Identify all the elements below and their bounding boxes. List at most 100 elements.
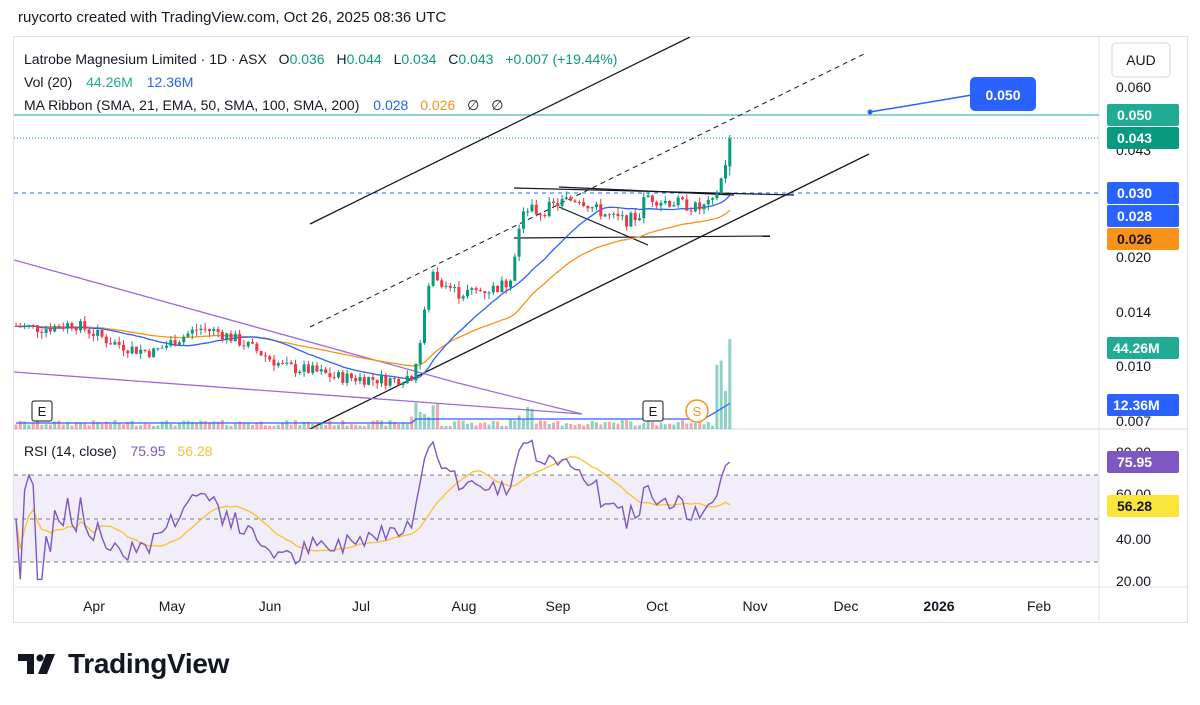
legend-l-value: 0.034 xyxy=(401,51,436,67)
volume-bar xyxy=(152,425,156,429)
currency-button[interactable]: AUD xyxy=(1111,42,1171,78)
candle-body xyxy=(18,326,22,328)
split-marker[interactable]: S xyxy=(685,399,709,423)
volume-bar xyxy=(543,421,547,429)
time-tick: Aug xyxy=(452,598,477,614)
volume-bar xyxy=(500,425,504,429)
candle-body xyxy=(147,350,151,357)
price-callout[interactable]: 0.050 xyxy=(970,77,1036,111)
candle-body xyxy=(190,329,194,334)
legend-h-key: H xyxy=(337,51,347,67)
candle-body xyxy=(281,363,285,365)
candle-body xyxy=(384,375,388,386)
candle-body xyxy=(586,205,590,209)
volume-bar xyxy=(186,420,190,429)
candle-body xyxy=(156,348,160,350)
candle-body xyxy=(603,214,607,217)
time-tick: Oct xyxy=(646,598,668,614)
earnings-marker-1[interactable]: E xyxy=(31,400,53,422)
candle-body xyxy=(491,285,495,293)
candle-body xyxy=(668,200,672,207)
volume-bar xyxy=(693,422,697,429)
volume-bar xyxy=(384,425,388,429)
chart-canvas[interactable]: E E S 0.050 Latrobe Magnesium Limited · … xyxy=(14,37,1187,622)
volume-bar xyxy=(620,420,624,429)
volume-bar xyxy=(715,364,719,429)
volume-bar xyxy=(539,420,543,429)
candle-body xyxy=(165,345,168,348)
candle-body xyxy=(711,198,715,200)
earnings-marker-2[interactable]: E xyxy=(642,400,664,422)
volume-bar xyxy=(203,421,207,429)
candle-body xyxy=(530,204,534,212)
candle-body xyxy=(332,377,336,379)
candle-body xyxy=(263,355,267,357)
svg-text:S: S xyxy=(693,404,702,419)
channel-mid-dashed-line[interactable] xyxy=(309,53,865,328)
volume-bar xyxy=(182,420,186,429)
candle-body xyxy=(74,328,78,331)
candle-body xyxy=(423,309,426,344)
candle-body xyxy=(100,329,104,337)
svg-text:0.028: 0.028 xyxy=(1117,208,1152,224)
time-axis[interactable]: Apr May Jun Jul Aug Sep Oct Nov Dec 2026… xyxy=(83,598,1051,614)
candle-body xyxy=(358,377,362,382)
candle-body xyxy=(83,321,87,330)
volume-bar xyxy=(638,425,641,429)
candle-body xyxy=(728,138,732,167)
volume-bar xyxy=(517,415,521,429)
candle-body xyxy=(31,325,35,327)
volume-bar xyxy=(83,423,87,429)
volume-bar xyxy=(681,420,684,429)
flag-bottom-line[interactable] xyxy=(558,206,649,246)
volume-bar xyxy=(79,423,82,429)
candle-body xyxy=(478,290,482,292)
legend-o-value: 0.036 xyxy=(290,51,325,67)
rsi-ma-badge: 56.28 xyxy=(1107,495,1179,517)
candle-body xyxy=(461,296,465,299)
volume-bar xyxy=(440,425,444,429)
candle-body xyxy=(388,378,392,386)
sma21-value: 0.028 xyxy=(373,97,408,113)
candle-body xyxy=(483,291,487,294)
candle-body xyxy=(182,336,186,343)
candle-body xyxy=(616,213,620,217)
volume-bar xyxy=(276,424,280,429)
volume-bar xyxy=(354,424,358,429)
volume-bar xyxy=(341,420,345,429)
volume-bar xyxy=(504,425,508,429)
candle-body xyxy=(195,329,199,331)
volume-bar xyxy=(397,424,401,429)
candle-body xyxy=(564,197,568,200)
volume-bar xyxy=(289,424,293,429)
candle-body xyxy=(590,207,594,209)
volume-bar xyxy=(311,423,315,429)
candle-body xyxy=(79,321,82,331)
candle-body xyxy=(418,343,422,364)
rsi-value: 75.95 xyxy=(130,443,165,459)
volume-bar xyxy=(18,420,22,429)
candle-body xyxy=(328,373,332,378)
volume-bar xyxy=(625,420,629,429)
candle-body xyxy=(689,210,693,212)
rsi-badge: 75.95 xyxy=(1107,451,1179,473)
volume-bar xyxy=(294,420,297,429)
candle-body xyxy=(139,349,143,354)
price-tick: 0.020 xyxy=(1116,249,1151,265)
volume-bar xyxy=(380,420,383,429)
volume-bar xyxy=(57,420,61,429)
price-badge-0-030: 0.030 xyxy=(1107,182,1179,204)
candle-body xyxy=(61,327,65,329)
volume-bar xyxy=(173,425,177,429)
volume-bar xyxy=(328,420,332,429)
volume-bar xyxy=(573,425,577,429)
candle-body xyxy=(87,329,91,334)
volume-badge: 44.26M xyxy=(1107,337,1179,359)
candle-body xyxy=(233,333,237,342)
svg-text:56.28: 56.28 xyxy=(1117,498,1152,514)
candle-body xyxy=(160,347,164,349)
volume-bar xyxy=(491,420,495,429)
volume-bar xyxy=(461,420,465,429)
volume-bar xyxy=(358,425,362,429)
svg-text:E: E xyxy=(649,404,658,419)
